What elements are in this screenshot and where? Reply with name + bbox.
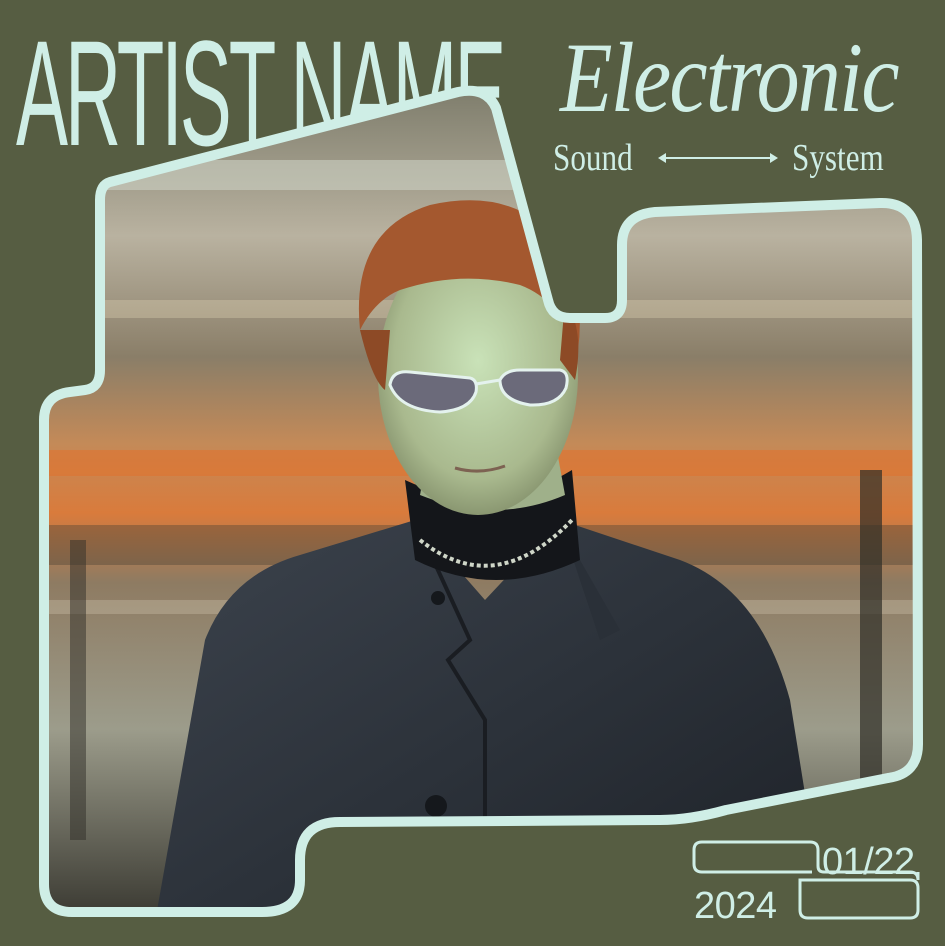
album-cover: ARTIST NAME Electronic Sound System 01/2… — [0, 0, 945, 946]
release-date: 01/22 — [822, 841, 915, 883]
year-outline-shape — [798, 878, 920, 920]
double-headed-arrow-icon — [658, 153, 778, 163]
release-year: 2024 — [694, 885, 777, 927]
subtitle-left: Sound — [553, 137, 633, 179]
genre-title: Electronic — [560, 22, 900, 133]
subtitle-right: System — [792, 137, 884, 179]
